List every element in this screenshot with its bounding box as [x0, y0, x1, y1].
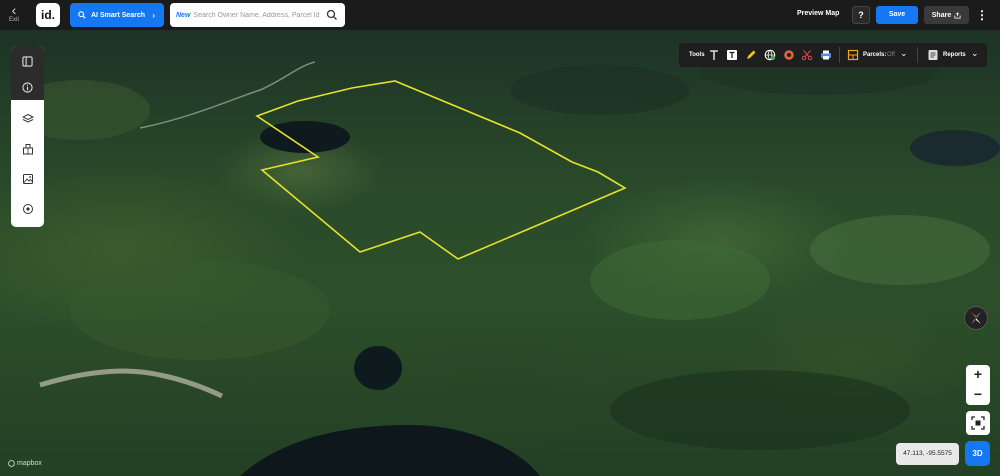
- reports-button[interactable]: Reports: [943, 52, 966, 58]
- mapbox-attribution[interactable]: mapbox: [8, 460, 42, 467]
- chevron-left-icon: ‹: [11, 2, 17, 18]
- mapbox-logo-icon: [8, 460, 15, 467]
- compass-icon: [971, 312, 981, 324]
- ai-smart-search-label: AI Smart Search: [91, 11, 146, 19]
- reports-icon: [928, 50, 938, 60]
- layers-icon: [21, 113, 34, 123]
- compass-button[interactable]: [964, 306, 988, 330]
- satellite-map[interactable]: [0, 30, 1000, 476]
- parcels-label[interactable]: Parcels:: [863, 52, 886, 58]
- buildings-icon: [22, 144, 33, 155]
- top-bar: ‹ Exit id. AI Smart Search › New Preview…: [0, 0, 1000, 30]
- buildings-button[interactable]: [11, 136, 44, 162]
- lake: [910, 130, 1000, 166]
- pencil-tool-icon[interactable]: [745, 49, 757, 61]
- imagery-button[interactable]: [11, 166, 44, 192]
- chevron-right-icon: ›: [152, 10, 155, 20]
- text-tool-icon[interactable]: [708, 49, 720, 61]
- zoom-control: + −: [966, 365, 990, 405]
- parcels-state: Off: [887, 52, 895, 58]
- exit-button[interactable]: ‹ Exit: [4, 3, 24, 27]
- help-button[interactable]: ?: [852, 6, 870, 24]
- search-icon[interactable]: [326, 9, 338, 21]
- more-menu-icon[interactable]: ⋮: [975, 6, 989, 24]
- search-icon: [78, 11, 86, 19]
- scissors-tool-icon[interactable]: [801, 49, 813, 61]
- panel-toggle-icon: [22, 55, 33, 67]
- info-button[interactable]: [11, 74, 44, 100]
- exit-label: Exit: [8, 17, 19, 23]
- app-logo[interactable]: id.: [36, 3, 60, 27]
- fit-bounds-button[interactable]: [966, 411, 990, 435]
- share-button[interactable]: Share: [924, 6, 969, 24]
- share-label: Share: [931, 11, 952, 19]
- location-pin-icon: [22, 204, 33, 214]
- lake: [240, 425, 540, 476]
- location-button[interactable]: [11, 196, 44, 222]
- zoom-out-button[interactable]: −: [966, 385, 990, 405]
- attribution-text: mapbox: [17, 460, 42, 467]
- globe-tool-icon[interactable]: [764, 49, 776, 61]
- ai-smart-search-button[interactable]: AI Smart Search ›: [70, 3, 164, 27]
- fit-bounds-icon: [971, 416, 985, 430]
- text-box-tool-icon[interactable]: [726, 49, 738, 61]
- tools-bar: Tools Parcels: Off ⌄ Reports ⌄: [679, 43, 987, 67]
- 3d-toggle-button[interactable]: 3D: [965, 441, 990, 466]
- left-toolbar: [11, 46, 44, 227]
- layers-button[interactable]: [11, 106, 44, 132]
- share-icon: [954, 11, 961, 19]
- search-input[interactable]: [193, 11, 329, 19]
- parcels-icon: [847, 49, 859, 61]
- print-icon[interactable]: [820, 49, 832, 61]
- lake: [354, 346, 402, 390]
- save-button[interactable]: Save: [876, 6, 918, 24]
- search-bar: New: [170, 3, 345, 27]
- tools-label: Tools: [689, 52, 705, 58]
- new-badge: New: [176, 11, 191, 19]
- map-overlay: [10, 45, 1000, 476]
- radius-tool-icon[interactable]: [783, 49, 795, 61]
- reports-chevron-icon[interactable]: ⌄: [971, 48, 979, 59]
- zoom-in-button[interactable]: +: [966, 365, 990, 385]
- coordinates-readout: 47.113, -95.5575: [896, 443, 959, 465]
- preview-map-button[interactable]: Preview Map: [797, 10, 839, 17]
- parcels-chevron-icon[interactable]: ⌄: [900, 48, 908, 59]
- panel-toggle-button[interactable]: [11, 48, 44, 74]
- image-icon: [22, 174, 33, 184]
- info-icon: [22, 81, 33, 93]
